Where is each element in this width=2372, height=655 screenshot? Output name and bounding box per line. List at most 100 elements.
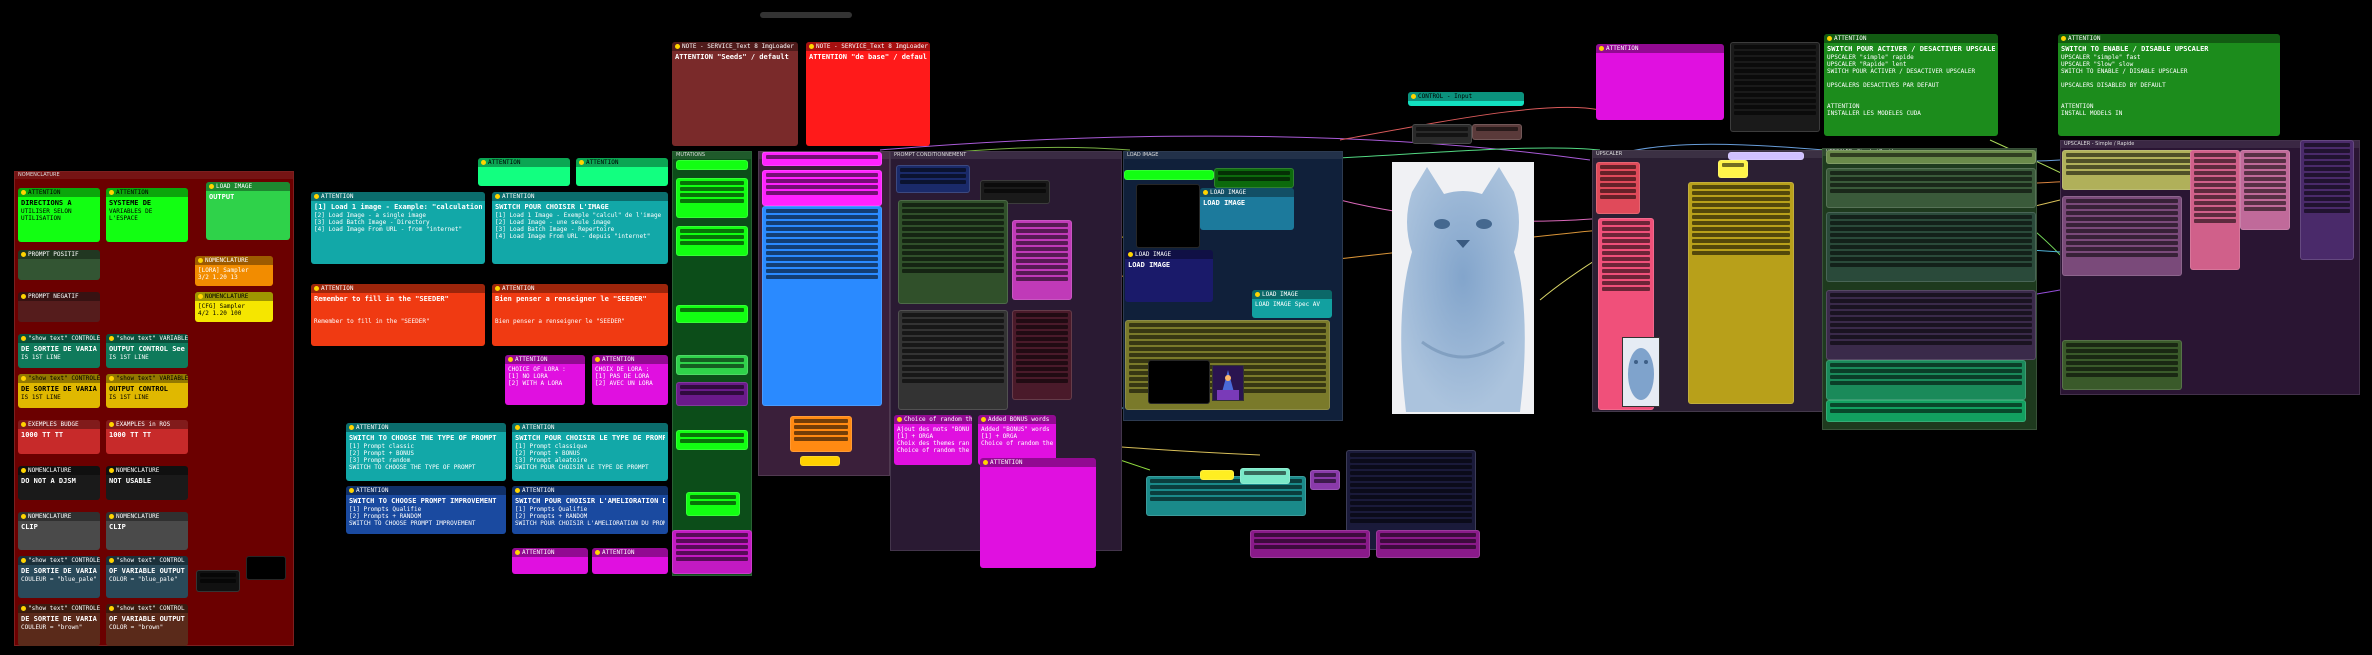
node-widget-slot[interactable] bbox=[2194, 165, 2236, 169]
workflow-node[interactable] bbox=[1200, 470, 1234, 480]
node-widget-slot[interactable] bbox=[1016, 379, 1068, 383]
node-widget-slot[interactable] bbox=[1830, 311, 2032, 315]
node-widget-slot[interactable] bbox=[1016, 367, 1068, 371]
node-title[interactable]: NOMENCLATURE bbox=[18, 466, 100, 475]
node-widget-slot[interactable] bbox=[902, 215, 1004, 219]
workflow-node[interactable] bbox=[1826, 290, 2036, 360]
workflow-node[interactable] bbox=[896, 165, 970, 193]
node-widget-slot[interactable] bbox=[1016, 319, 1068, 323]
collapse-dot-icon[interactable] bbox=[314, 194, 319, 199]
node-widget-slot[interactable] bbox=[1692, 191, 1790, 195]
node-widget-slot[interactable] bbox=[676, 551, 748, 555]
node-widget-slot[interactable] bbox=[1350, 489, 1472, 493]
collapse-dot-icon[interactable] bbox=[21, 558, 26, 563]
node-title[interactable]: ATTENTION bbox=[478, 158, 570, 167]
node-widget-slot[interactable] bbox=[2066, 159, 2198, 163]
node-title[interactable]: "show text" CONTROL bbox=[106, 556, 188, 565]
workflow-node[interactable] bbox=[1124, 170, 1214, 180]
node-show-text-controle[interactable]: "show text" CONTROLEDE SORTIE DE VARIABL… bbox=[18, 556, 100, 598]
collapse-dot-icon[interactable] bbox=[21, 376, 26, 381]
node-widget-slot[interactable] bbox=[1218, 171, 1290, 175]
node-prompt-positif[interactable]: PROMPT POSITIF bbox=[18, 250, 100, 280]
workflow-node[interactable] bbox=[1472, 124, 1522, 140]
node-widget-slot[interactable] bbox=[902, 319, 1004, 323]
node-widget-slot[interactable] bbox=[2194, 171, 2236, 175]
node-widget-slot[interactable] bbox=[1016, 229, 1068, 233]
node-widget-slot[interactable] bbox=[2066, 349, 2178, 353]
node-widget-slot[interactable] bbox=[1734, 69, 1816, 73]
collapse-dot-icon[interactable] bbox=[495, 194, 500, 199]
node-widget-slot[interactable] bbox=[1350, 513, 1472, 517]
workflow-node[interactable] bbox=[676, 178, 748, 218]
node-title[interactable]: EXAMPLES in ROS bbox=[106, 420, 188, 429]
node-widget-slot[interactable] bbox=[766, 179, 878, 183]
node-widget-slot[interactable] bbox=[1016, 241, 1068, 245]
workflow-node[interactable] bbox=[196, 570, 240, 592]
node-widget-slot[interactable] bbox=[1602, 281, 1650, 285]
collapse-dot-icon[interactable] bbox=[983, 460, 988, 465]
collapse-dot-icon[interactable] bbox=[109, 422, 114, 427]
collapse-dot-icon[interactable] bbox=[1411, 94, 1416, 99]
node-widget-slot[interactable] bbox=[1016, 271, 1068, 275]
node-title[interactable]: "show text" CONTROLE bbox=[18, 556, 100, 565]
node-widget-slot[interactable] bbox=[2066, 253, 2178, 257]
node-widget-slot[interactable] bbox=[2304, 203, 2350, 207]
node-title[interactable]: ATTENTION bbox=[18, 188, 100, 197]
node-widget-slot[interactable] bbox=[1830, 381, 2022, 385]
collapse-dot-icon[interactable] bbox=[508, 357, 513, 362]
node-widget-slot[interactable] bbox=[1016, 247, 1068, 251]
workflow-node[interactable] bbox=[1240, 468, 1290, 484]
node-title[interactable]: ATTENTION bbox=[346, 423, 506, 432]
node-title[interactable]: ATTENTION bbox=[980, 458, 1096, 467]
node-widget-slot[interactable] bbox=[794, 419, 848, 423]
node-widget-slot[interactable] bbox=[2194, 219, 2236, 223]
workflow-node[interactable] bbox=[762, 170, 882, 206]
node-widget-slot[interactable] bbox=[1830, 305, 2032, 309]
node-widget-slot[interactable] bbox=[902, 313, 1004, 317]
node-widget-slot[interactable] bbox=[1016, 325, 1068, 329]
node-widget-slot[interactable] bbox=[902, 203, 1004, 207]
node-prompt-negatif[interactable]: PROMPT NEGATIF bbox=[18, 292, 100, 322]
node-widget-slot[interactable] bbox=[1350, 477, 1472, 481]
node-title[interactable]: ATTENTION bbox=[492, 284, 668, 293]
workflow-node[interactable] bbox=[676, 382, 748, 406]
node-show-text-controle[interactable]: "show text" CONTROLEDE SORTIE DE VARIABL… bbox=[18, 604, 100, 646]
node-widget-slot[interactable] bbox=[1830, 363, 2022, 367]
node-widget-slot[interactable] bbox=[902, 233, 1004, 237]
node-title[interactable]: ATTENTION bbox=[505, 355, 585, 364]
node-widget-slot[interactable] bbox=[1734, 63, 1816, 67]
node-widget-slot[interactable] bbox=[1692, 203, 1790, 207]
workflow-node[interactable] bbox=[676, 430, 748, 450]
node-widget-slot[interactable] bbox=[1602, 239, 1650, 243]
node-widget-slot[interactable] bbox=[1350, 465, 1472, 469]
node-widget-slot[interactable] bbox=[2304, 143, 2350, 147]
node-widget-slot[interactable] bbox=[2066, 355, 2178, 359]
node-nomenclature[interactable]: NOMENCLATURE CLIP bbox=[18, 512, 100, 550]
node-attention[interactable]: ATTENTION DIRECTIONS A UTILISER SELON UTILI… bbox=[18, 188, 100, 242]
node-widget-slot[interactable] bbox=[766, 263, 878, 267]
node-widget-slot[interactable] bbox=[2066, 171, 2198, 175]
node-widget-slot[interactable] bbox=[2304, 191, 2350, 195]
workflow-node[interactable] bbox=[1012, 310, 1072, 400]
workflow-node[interactable] bbox=[762, 152, 882, 166]
node-show-text-variable[interactable]: "show text" VARIABLE OUTPUT CONTROL IS 1ST… bbox=[106, 374, 188, 408]
node-widget-slot[interactable] bbox=[1830, 341, 2032, 345]
node-widget-slot[interactable] bbox=[902, 349, 1004, 353]
node-widget-slot[interactable] bbox=[766, 233, 878, 237]
node-attention[interactable]: ATTENTION bbox=[1596, 44, 1724, 120]
workflow-node[interactable] bbox=[1826, 360, 2026, 400]
node-widget-slot[interactable] bbox=[1129, 329, 1326, 333]
node-title[interactable]: ATTENTION bbox=[1596, 44, 1724, 53]
node-widget-slot[interactable] bbox=[902, 367, 1004, 371]
node-attention[interactable]: ATTENTION SWITCH POUR CHOISIR L'AMELIORAT… bbox=[512, 486, 668, 534]
node-widget-slot[interactable] bbox=[1254, 545, 1366, 549]
node-widget-slot[interactable] bbox=[2194, 195, 2236, 199]
node-widget-slot[interactable] bbox=[2194, 153, 2236, 157]
workflow-node[interactable] bbox=[1728, 152, 1804, 160]
node-title[interactable]: ATTENTION bbox=[2058, 34, 2280, 43]
node-widget-slot[interactable] bbox=[1602, 275, 1650, 279]
node-widget-slot[interactable] bbox=[676, 545, 748, 549]
node-widget-slot[interactable] bbox=[1129, 323, 1326, 327]
node-widget-slot[interactable] bbox=[1830, 323, 2032, 327]
node-title[interactable]: NOMENCLATURE bbox=[106, 512, 188, 521]
